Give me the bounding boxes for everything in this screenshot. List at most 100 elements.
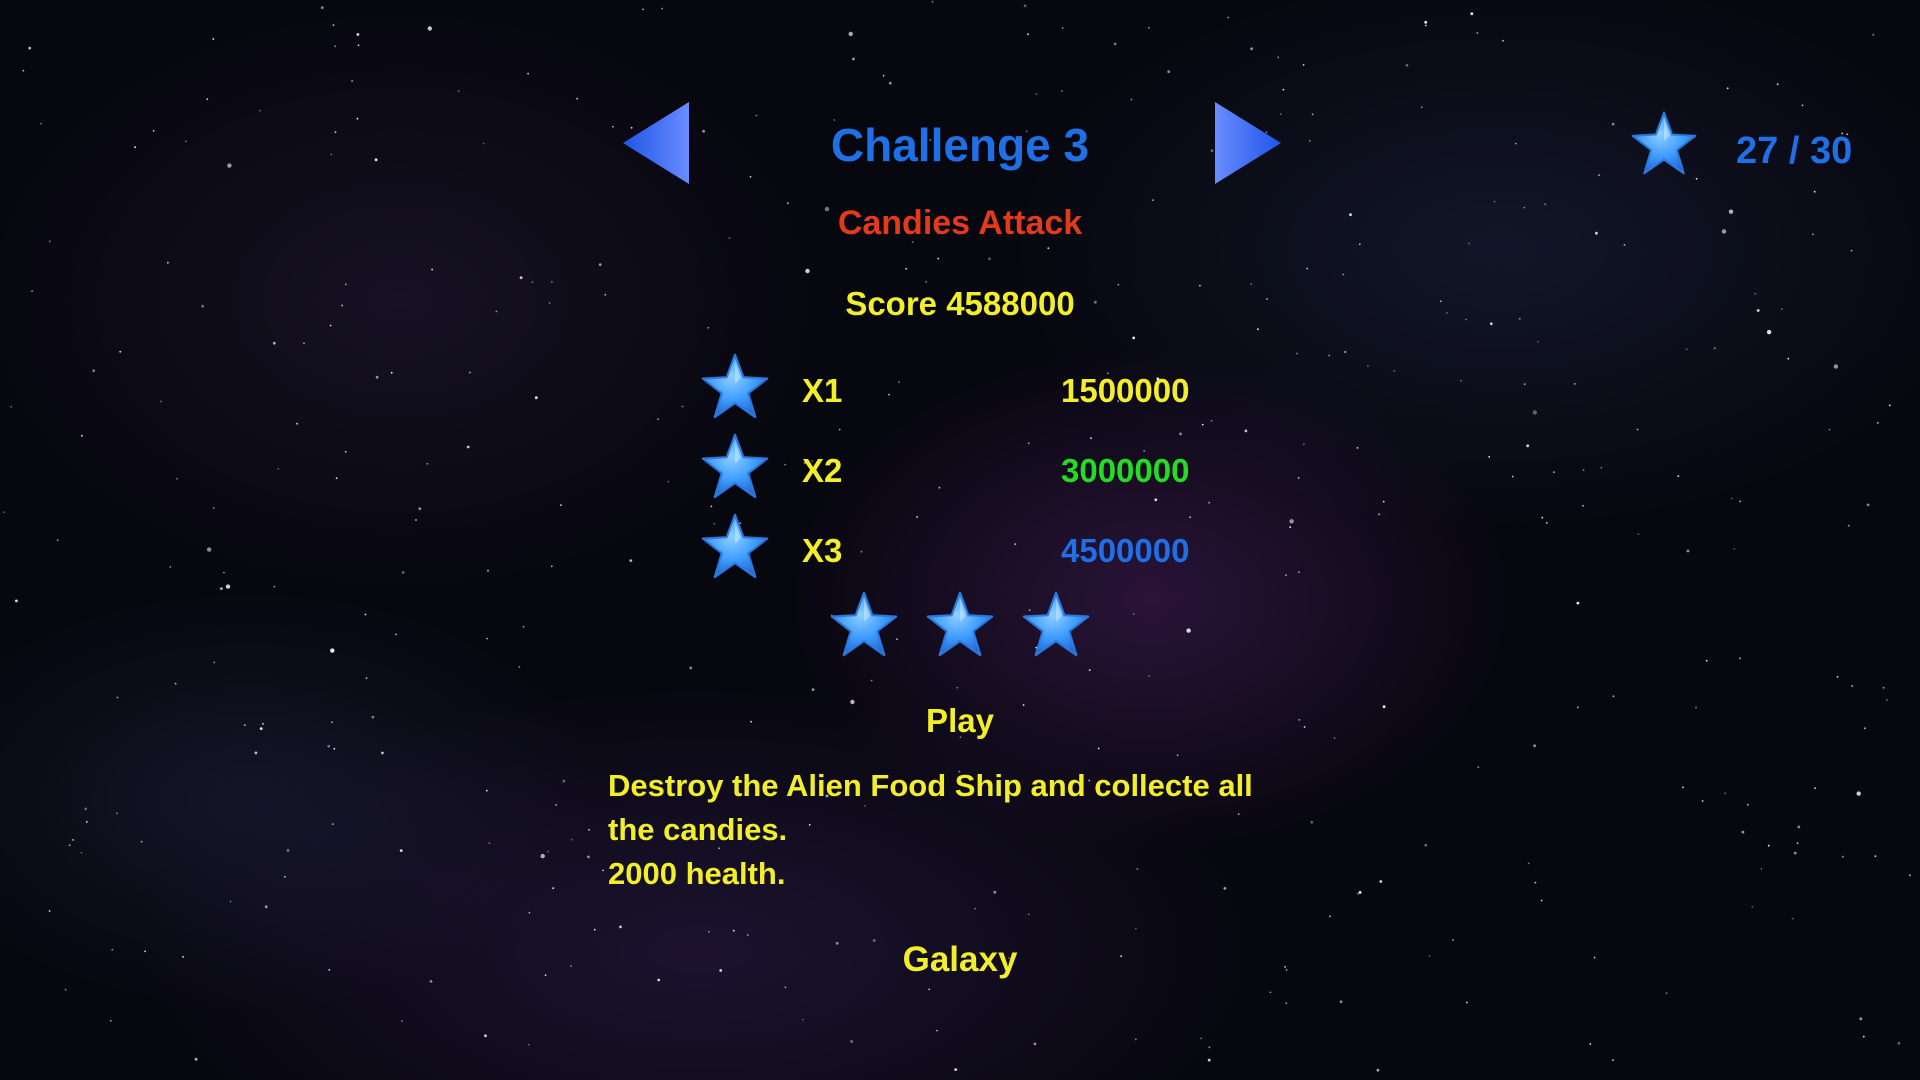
- background-star: [681, 405, 684, 408]
- background-star: [1132, 336, 1136, 340]
- background-star: [1134, 1038, 1137, 1041]
- background-star: [1227, 16, 1230, 19]
- background-star: [805, 268, 810, 274]
- background-star: [1864, 727, 1866, 730]
- background-star: [1282, 88, 1285, 91]
- background-star: [495, 310, 498, 313]
- background-star: [1813, 190, 1816, 193]
- background-star: [1767, 844, 1770, 847]
- background-star: [401, 1020, 403, 1022]
- background-star: [1598, 174, 1600, 177]
- background-star: [835, 941, 839, 945]
- background-star: [1379, 880, 1383, 883]
- background-star: [1310, 820, 1314, 824]
- tier-star-icon: [700, 352, 770, 422]
- background-star: [1682, 786, 1684, 789]
- background-star: [227, 585, 230, 588]
- background-star: [551, 281, 553, 283]
- background-star: [1477, 766, 1480, 769]
- background-star: [1476, 32, 1479, 34]
- background-star: [1553, 471, 1555, 473]
- background-star: [365, 677, 368, 679]
- background-star: [936, 1029, 938, 1032]
- background-star: [56, 539, 59, 542]
- background-star: [466, 445, 470, 449]
- background-star: [1847, 524, 1850, 527]
- background-star: [482, 142, 485, 145]
- background-star: [1728, 209, 1734, 214]
- background-star: [1733, 548, 1736, 550]
- background-star: [1741, 830, 1745, 834]
- background-star: [277, 468, 280, 470]
- background-star: [1518, 317, 1521, 320]
- background-star: [327, 744, 331, 748]
- background-star: [206, 98, 209, 100]
- background-star: [92, 369, 96, 373]
- galaxy-button[interactable]: Galaxy: [903, 940, 1018, 980]
- background-star: [1285, 1002, 1288, 1004]
- background-star: [332, 24, 335, 26]
- background-star: [351, 80, 353, 82]
- previous-challenge-button[interactable]: [623, 102, 689, 189]
- background-star: [229, 900, 232, 903]
- background-star: [1349, 213, 1352, 217]
- background-star: [604, 293, 607, 296]
- background-star: [1420, 106, 1423, 109]
- background-star: [426, 462, 429, 465]
- background-star: [746, 934, 749, 936]
- background-star: [84, 807, 88, 811]
- background-star: [1201, 423, 1204, 426]
- background-star: [1311, 113, 1314, 116]
- background-star: [399, 849, 403, 852]
- background-star: [1593, 956, 1596, 959]
- background-star: [264, 905, 268, 909]
- background-star: [560, 504, 562, 506]
- best-score: Score 4588000: [845, 285, 1075, 322]
- background-star: [1801, 104, 1804, 107]
- background-star: [1537, 340, 1539, 343]
- background-star: [22, 69, 25, 72]
- background-star: [1493, 200, 1496, 203]
- background-star: [1526, 444, 1530, 448]
- background-star: [1367, 365, 1369, 367]
- background-star: [547, 850, 549, 853]
- background-star: [1739, 657, 1741, 660]
- background-star: [1452, 939, 1455, 941]
- background-star: [1097, 747, 1100, 750]
- background-star: [708, 930, 710, 933]
- description-line: 2000 health.: [608, 856, 786, 891]
- play-button[interactable]: Play: [926, 702, 994, 740]
- background-star: [375, 375, 379, 379]
- background-star: [1134, 927, 1137, 930]
- background-star: [1611, 122, 1615, 126]
- background-star: [824, 206, 830, 212]
- background-star: [1573, 383, 1576, 385]
- next-challenge-button[interactable]: [1215, 102, 1281, 189]
- background-star: [838, 428, 841, 431]
- background-star: [1094, 300, 1097, 304]
- background-star: [1189, 516, 1192, 519]
- background-star: [1533, 744, 1536, 748]
- background-star: [1303, 443, 1305, 446]
- background-star: [1035, 93, 1038, 95]
- background-star: [1797, 825, 1801, 829]
- background-star: [390, 371, 393, 374]
- background-star: [364, 613, 367, 616]
- background-star: [928, 988, 931, 991]
- tier-multiplier-label: X3: [802, 532, 843, 569]
- arrow-left-icon: [623, 102, 689, 184]
- description-line: Destroy the Alien Food Ship and collecte…: [608, 768, 1253, 803]
- background-star: [1544, 203, 1547, 206]
- background-star: [330, 153, 333, 156]
- background-star: [1152, 199, 1154, 202]
- background-star: [1468, 242, 1470, 245]
- background-star: [552, 887, 555, 890]
- background-star: [1886, 699, 1888, 701]
- background-star: [1356, 447, 1359, 449]
- background-star: [374, 158, 378, 162]
- background-star: [243, 724, 246, 726]
- background-star: [550, 565, 553, 568]
- background-star: [356, 33, 360, 36]
- background-star: [1836, 675, 1839, 678]
- background-star: [212, 507, 215, 509]
